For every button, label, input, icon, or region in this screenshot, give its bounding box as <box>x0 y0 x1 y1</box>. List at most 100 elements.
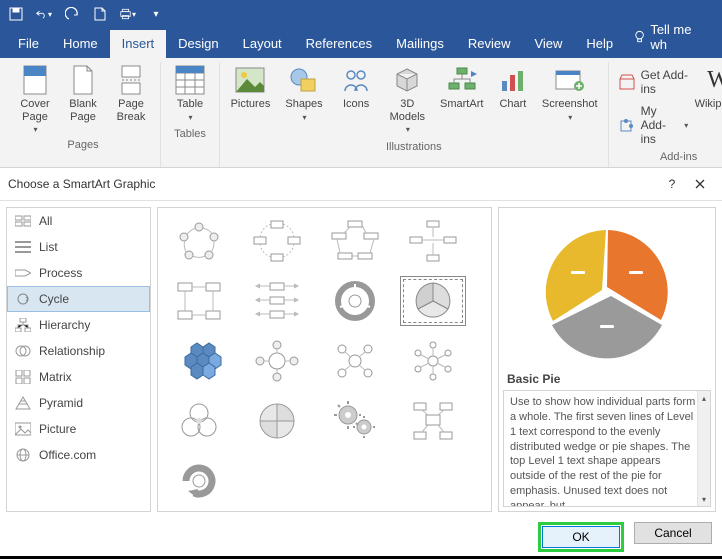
tab-design[interactable]: Design <box>166 30 230 58</box>
category-label: All <box>39 214 52 228</box>
tab-references[interactable]: References <box>294 30 384 58</box>
redo-icon[interactable] <box>64 6 80 22</box>
dialog-title-text: Choose a SmartArt Graphic <box>8 177 155 191</box>
ribbon-tabs: File Home Insert Design Layout Reference… <box>0 28 722 58</box>
ribbon-group-illustrations: Pictures Shapes ▾ Icons 3D Models ▾ Smar… <box>220 62 609 167</box>
gallery-item-basic-radial[interactable] <box>322 336 388 386</box>
chart-button[interactable]: Chart <box>492 62 534 113</box>
gallery-item-block-cycle[interactable] <box>322 216 388 266</box>
table-button[interactable]: Table▾ <box>169 62 211 125</box>
gallery-item-circle-arrow[interactable] <box>166 456 232 506</box>
shapes-label: Shapes <box>285 98 322 110</box>
table-icon <box>174 64 206 96</box>
dialog-help-button[interactable]: ? <box>658 174 686 194</box>
tell-me-search[interactable]: Tell me wh <box>625 16 716 58</box>
blank-page-button[interactable]: Blank Page <box>62 62 104 125</box>
picture-icon <box>15 421 31 437</box>
ribbon-group-pages-caption: Pages <box>67 136 98 155</box>
category-label: Office.com <box>39 448 96 462</box>
pictures-button[interactable]: Pictures <box>228 62 273 113</box>
store-icon <box>619 74 635 90</box>
gallery-item-continuous-cycle[interactable] <box>166 276 232 326</box>
category-relationship[interactable]: Relationship <box>7 338 150 364</box>
ribbon-insert: Cover Page▾ Blank Page Page Break Pages … <box>0 58 722 168</box>
cancel-button[interactable]: Cancel <box>634 522 712 544</box>
page-break-button[interactable]: Page Break <box>110 62 152 125</box>
tab-review[interactable]: Review <box>456 30 523 58</box>
scroll-down-icon[interactable]: ▾ <box>698 492 710 506</box>
globe-icon <box>15 447 31 463</box>
ok-button[interactable]: OK <box>542 526 620 548</box>
quick-print-icon[interactable]: ▾ <box>120 6 136 22</box>
gallery-item-basic-cycle[interactable] <box>166 216 232 266</box>
tab-mailings[interactable]: Mailings <box>384 30 456 58</box>
category-matrix[interactable]: Matrix <box>7 364 150 390</box>
save-icon[interactable] <box>8 6 24 22</box>
my-addins-button[interactable]: My Add-ins ▾ <box>617 102 691 148</box>
category-list[interactable]: All List Process Cycle Hierarchy Relatio… <box>6 207 151 512</box>
dialog-close-button[interactable] <box>686 174 714 194</box>
tab-home[interactable]: Home <box>51 30 110 58</box>
lightbulb-icon <box>633 30 646 44</box>
all-icon <box>15 213 31 229</box>
cover-page-icon <box>19 64 51 96</box>
tab-help[interactable]: Help <box>574 30 625 58</box>
gallery-item-text-cycle[interactable] <box>244 216 310 266</box>
blank-page-icon <box>67 64 99 96</box>
smartart-label: SmartArt <box>440 98 483 111</box>
shapes-button[interactable]: Shapes ▾ <box>279 62 329 125</box>
gallery-item-radial-venn[interactable] <box>166 396 232 446</box>
category-label: Cycle <box>39 292 69 306</box>
get-addins-button[interactable]: Get Add-ins <box>617 66 691 98</box>
screenshot-button[interactable]: Screenshot▾ <box>540 62 600 125</box>
gallery-item-segmented-cycle[interactable] <box>322 276 388 326</box>
quick-access-toolbar: ▾ ▾ ▾ <box>0 0 722 28</box>
tab-file[interactable]: File <box>6 30 51 58</box>
category-hierarchy[interactable]: Hierarchy <box>7 312 150 338</box>
gallery-item-hexagon-cluster[interactable] <box>166 336 232 386</box>
preview-scrollbar[interactable]: ▴ ▾ <box>697 391 710 506</box>
hierarchy-icon <box>15 317 31 333</box>
smartart-button[interactable]: SmartArt <box>438 62 486 113</box>
category-process[interactable]: Process <box>7 260 150 286</box>
smartart-gallery[interactable] <box>157 207 492 512</box>
3d-models-label: 3D Models <box>390 98 425 123</box>
gallery-item-gear[interactable] <box>322 396 388 446</box>
category-label: Matrix <box>39 370 72 384</box>
category-pyramid[interactable]: Pyramid <box>7 390 150 416</box>
category-all[interactable]: All <box>7 208 150 234</box>
gallery-item-nondirectional-cycle[interactable] <box>400 216 466 266</box>
puzzle-icon <box>619 117 635 133</box>
page-break-icon <box>115 64 147 96</box>
category-list-item[interactable]: List <box>7 234 150 260</box>
gallery-item-diverging-radial[interactable] <box>400 336 466 386</box>
pictures-icon <box>234 64 266 96</box>
blank-page-label: Blank Page <box>69 98 97 123</box>
ribbon-group-addins-caption: Add-ins <box>660 148 697 167</box>
preview-pane: Basic Pie Use to show how individual par… <box>498 207 716 512</box>
wikipedia-button[interactable]: W Wikipedia <box>696 62 722 113</box>
smartart-icon <box>446 64 478 96</box>
icons-button[interactable]: Icons <box>335 62 377 113</box>
tab-layout[interactable]: Layout <box>231 30 294 58</box>
qat-customize-icon[interactable]: ▾ <box>148 6 164 22</box>
new-doc-icon[interactable] <box>92 6 108 22</box>
chart-label: Chart <box>499 98 526 111</box>
gallery-item-basic-pie[interactable] <box>400 276 466 326</box>
screenshot-icon <box>554 64 586 96</box>
cover-page-button[interactable]: Cover Page▾ <box>14 62 56 136</box>
gallery-item-multidirectional-cycle[interactable] <box>244 276 310 326</box>
gallery-item-radial-cluster[interactable] <box>400 396 466 446</box>
scroll-up-icon[interactable]: ▴ <box>698 391 710 405</box>
tab-view[interactable]: View <box>522 30 574 58</box>
category-picture[interactable]: Picture <box>7 416 150 442</box>
gallery-item-radial-cycle[interactable] <box>244 336 310 386</box>
gallery-item-cycle-matrix[interactable] <box>244 396 310 446</box>
pyramid-icon <box>15 395 31 411</box>
undo-icon[interactable]: ▾ <box>36 6 52 22</box>
3d-models-button[interactable]: 3D Models ▾ <box>383 62 431 138</box>
category-cycle[interactable]: Cycle <box>7 286 150 312</box>
tab-insert[interactable]: Insert <box>110 30 167 58</box>
page-break-label: Page Break <box>117 98 146 123</box>
category-officecom[interactable]: Office.com <box>7 442 150 468</box>
